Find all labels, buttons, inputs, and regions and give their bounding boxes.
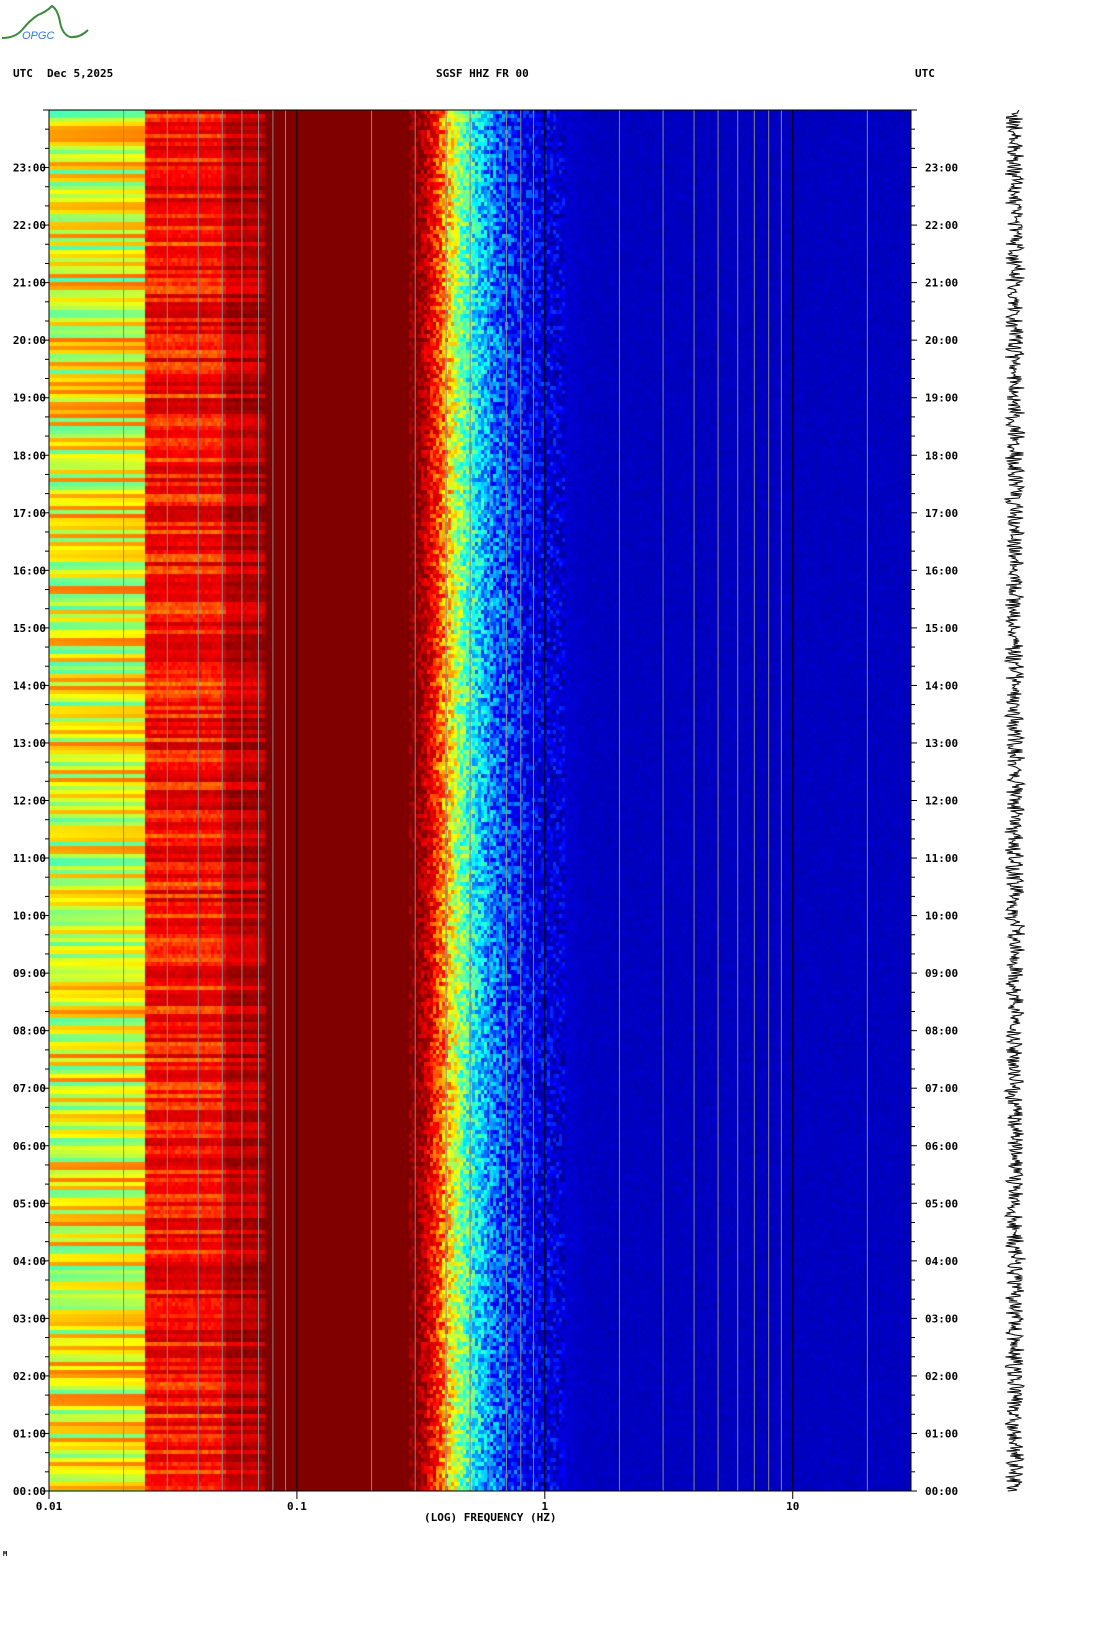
y-tick-label-right: 11:00 [925,852,958,865]
y-tick-label-left: 20:00 [13,334,46,347]
y-tick-label-right: 18:00 [925,449,958,462]
y-tick-label-right: 10:00 [925,910,958,923]
y-tick-label-right: 04:00 [925,1255,958,1268]
y-tick-label-left: 23:00 [13,162,46,175]
y-tick-label-left: 11:00 [13,852,46,865]
y-tick-label-right: 12:00 [925,795,958,808]
y-tick-label-right: 01:00 [925,1427,958,1440]
y-tick-label-right: 08:00 [925,1025,958,1038]
y-tick-label-right: 09:00 [925,967,958,980]
y-tick-label-left: 10:00 [13,910,46,923]
y-tick-label-left: 22:00 [13,219,46,232]
y-tick-label-left: 17:00 [13,507,46,520]
y-tick-label-left: 13:00 [13,737,46,750]
x-axis-label: (LOG) FREQUENCY (HZ) [424,1511,557,1524]
y-tick-label-right: 16:00 [925,564,958,577]
y-tick-label-left: 05:00 [13,1197,46,1210]
x-tick-label-0.1: 0.1 [287,1500,307,1513]
y-tick-label-left: 19:00 [13,392,46,405]
y-tick-label-left: 08:00 [13,1025,46,1038]
y-tick-label-left: 01:00 [13,1427,46,1440]
x-tick-label-10: 10 [786,1500,799,1513]
seismogram-trace [1003,109,1027,1492]
y-tick-label-right: 00:00 [925,1485,958,1498]
y-tick-label-left: 21:00 [13,277,46,290]
y-tick-label-right: 05:00 [925,1197,958,1210]
y-tick-label-right: 21:00 [925,277,958,290]
y-tick-label-right: 15:00 [925,622,958,635]
y-tick-label-left: 15:00 [13,622,46,635]
y-tick-label-left: 16:00 [13,564,46,577]
y-tick-label-left: 06:00 [13,1140,46,1153]
y-tick-label-left: 02:00 [13,1370,46,1383]
footer-mark: M [3,1550,8,1558]
y-tick-label-right: 13:00 [925,737,958,750]
y-tick-label-left: 18:00 [13,449,46,462]
y-tick-label-right: 07:00 [925,1082,958,1095]
y-tick-label-right: 20:00 [925,334,958,347]
y-tick-label-right: 02:00 [925,1370,958,1383]
x-tick-label-0.01: 0.01 [36,1500,63,1513]
y-tick-label-right: 06:00 [925,1140,958,1153]
y-tick-label-left: 03:00 [13,1312,46,1325]
y-tick-label-right: 19:00 [925,392,958,405]
y-tick-label-left: 04:00 [13,1255,46,1268]
y-tick-label-right: 22:00 [925,219,958,232]
y-tick-label-left: 07:00 [13,1082,46,1095]
y-tick-label-left: 12:00 [13,795,46,808]
y-tick-label-right: 03:00 [925,1312,958,1325]
y-tick-label-left: 00:00 [13,1485,46,1498]
y-tick-label-right: 14:00 [925,679,958,692]
y-tick-label-right: 17:00 [925,507,958,520]
y-tick-label-left: 14:00 [13,679,46,692]
y-tick-label-right: 23:00 [925,162,958,175]
y-tick-label-left: 09:00 [13,967,46,980]
chart-axes: 0.01 0.1 1 1000:00 00:0001:00 01:0002:00 02:00… [13,109,1027,1513]
